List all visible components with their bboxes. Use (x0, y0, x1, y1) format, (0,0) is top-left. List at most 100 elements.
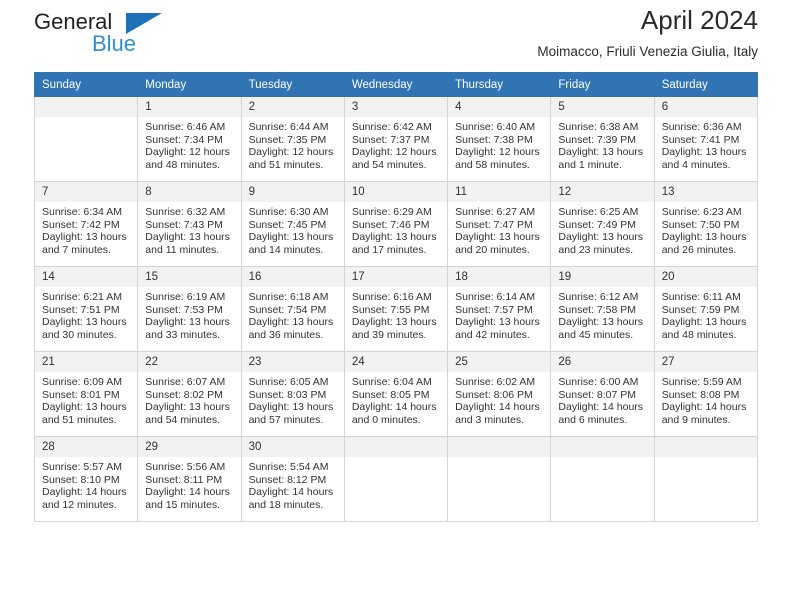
calendar-day-cell[interactable]: 6 Sunrise: 6:36 AM Sunset: 7:41 PM Daylight… (653, 96, 759, 182)
daylight-duration-line2: and 45 minutes. (558, 328, 634, 341)
calendar-day-cell[interactable]: 22 Sunrise: 6:07 AM Sunset: 8:02 PM Dayligh… (137, 351, 242, 437)
sunset-time: Sunset: 7:57 PM (455, 303, 533, 316)
calendar-day-cell[interactable]: 3 Sunrise: 6:42 AM Sunset: 7:37 PM Daylight… (343, 96, 449, 182)
calendar-day-cell[interactable]: 5 Sunrise: 6:38 AM Sunset: 7:39 PM Daylight… (550, 96, 655, 182)
calendar-day-cell[interactable]: 14 Sunrise: 6:21 AM Sunset: 7:51 PM Dayligh… (33, 266, 139, 352)
sunrise-time: Sunrise: 6:23 AM (661, 206, 742, 218)
sunrise-time: Sunrise: 6:46 AM (145, 121, 226, 133)
day-number: 11 (448, 182, 551, 202)
calendar-day-cell-empty (33, 96, 139, 182)
day-number: 20 (654, 267, 757, 287)
day-details: Sunrise: 6:36 AM Sunset: 7:41 PM Daylight:… (655, 117, 757, 171)
calendar-day-cell[interactable]: 29 Sunrise: 5:56 AM Sunset: 8:11 PM Dayligh… (137, 436, 242, 522)
weekday-header-wednesday: Wednesday (343, 72, 449, 97)
day-number: 24 (344, 352, 448, 372)
calendar-day-cell[interactable]: 8 Sunrise: 6:32 AM Sunset: 7:43 PM Daylight… (137, 181, 242, 267)
daylight-duration-line2: and 57 minutes. (248, 413, 324, 426)
day-number: 28 (35, 437, 138, 457)
calendar-header-row: Sunday Monday Tuesday Wednesday Thursday Frid… (33, 72, 759, 97)
day-details: Sunrise: 6:11 AM Sunset: 7:59 PM Daylight:… (655, 287, 757, 341)
sunset-time: Sunset: 8:11 PM (145, 473, 223, 486)
calendar-day-cell[interactable]: 11 Sunrise: 6:27 AM Sunset: 7:47 PM Dayligh… (447, 181, 552, 267)
calendar-day-cell[interactable]: 2 Sunrise: 6:44 AM Sunset: 7:35 PM Daylight… (240, 96, 345, 182)
day-details (345, 457, 447, 461)
day-number: 12 (551, 182, 654, 202)
daylight-duration-line2: and 4 minutes. (661, 158, 731, 171)
day-details (551, 457, 653, 461)
calendar-day-cell[interactable]: 18 Sunrise: 6:14 AM Sunset: 7:57 PM Dayligh… (447, 266, 552, 352)
daylight-duration-line1: Daylight: 13 hours (42, 231, 127, 244)
sunset-time: Sunset: 7:41 PM (661, 133, 740, 146)
calendar-day-cell[interactable]: 4 Sunrise: 6:40 AM Sunset: 7:38 PM Daylight… (447, 96, 552, 182)
calendar-day-cell[interactable]: 19 Sunrise: 6:12 AM Sunset: 7:58 PM Dayligh… (550, 266, 655, 352)
calendar-day-cell-empty (550, 436, 655, 522)
day-number: 18 (448, 267, 551, 287)
weekday-header-friday: Friday (550, 72, 655, 97)
sunrise-time: Sunrise: 6:11 AM (661, 291, 741, 303)
calendar-day-cell[interactable]: 1 Sunrise: 6:46 AM Sunset: 7:34 PM Daylight… (137, 96, 242, 182)
day-number: 19 (551, 267, 654, 287)
daylight-duration-line2: and 58 minutes. (455, 158, 530, 171)
calendar-body: 1 Sunrise: 6:46 AM Sunset: 7:34 PM Daylight… (33, 96, 759, 522)
sunset-time: Sunset: 7:38 PM (455, 133, 533, 146)
logo-text-general: General (34, 9, 113, 34)
calendar-day-cell[interactable]: 17 Sunrise: 6:16 AM Sunset: 7:55 PM Dayligh… (343, 266, 449, 352)
page-header: General Blue April 2024 Moimacco, Friuli… (34, 0, 758, 72)
day-number: 23 (241, 352, 344, 372)
day-details: Sunrise: 6:25 AM Sunset: 7:49 PM Daylight:… (551, 202, 653, 256)
day-details: Sunrise: 6:12 AM Sunset: 7:58 PM Daylight:… (551, 287, 653, 341)
calendar-day-cell[interactable]: 20 Sunrise: 6:11 AM Sunset: 7:59 PM Dayligh… (653, 266, 759, 352)
calendar-day-cell[interactable]: 27 Sunrise: 5:59 AM Sunset: 8:08 PM Dayligh… (653, 351, 759, 437)
sunrise-time: Sunrise: 6:27 AM (455, 206, 536, 218)
sunrise-time: Sunrise: 6:07 AM (145, 376, 226, 388)
sunrise-time: Sunrise: 6:00 AM (558, 376, 639, 388)
day-details: Sunrise: 6:46 AM Sunset: 7:34 PM Daylight:… (138, 117, 240, 171)
daylight-duration-line1: Daylight: 13 hours (248, 231, 334, 244)
daylight-duration-line1: Daylight: 14 hours (248, 486, 334, 499)
day-number: 29 (138, 437, 241, 457)
sunrise-time: Sunrise: 6:32 AM (145, 206, 226, 218)
day-details: Sunrise: 6:40 AM Sunset: 7:38 PM Daylight:… (448, 117, 550, 171)
day-details: Sunrise: 6:05 AM Sunset: 8:03 PM Daylight:… (242, 372, 344, 426)
daylight-duration-line2: and 51 minutes. (248, 158, 324, 171)
sunrise-time: Sunrise: 5:57 AM (42, 461, 122, 473)
sunset-time: Sunset: 8:06 PM (455, 388, 533, 401)
sunset-time: Sunset: 7:55 PM (351, 303, 430, 316)
sunrise-time: Sunrise: 6:14 AM (455, 291, 536, 303)
daylight-duration-line2: and 18 minutes. (248, 498, 324, 511)
day-number: 7 (35, 182, 138, 202)
sunrise-time: Sunrise: 6:30 AM (248, 206, 329, 218)
sunset-time: Sunset: 7:59 PM (661, 303, 740, 316)
calendar-day-cell[interactable]: 15 Sunrise: 6:19 AM Sunset: 7:53 PM Dayligh… (137, 266, 242, 352)
calendar-day-cell[interactable]: 25 Sunrise: 6:02 AM Sunset: 8:06 PM Dayligh… (447, 351, 552, 437)
title-block: April 2024 Moimacco, Friuli Venezia Giul… (537, 4, 758, 62)
sunrise-time: Sunrise: 5:54 AM (248, 461, 329, 473)
day-number: 16 (241, 267, 344, 287)
daylight-duration-line1: Daylight: 13 hours (42, 401, 127, 414)
logo-general-blue[interactable]: General Blue (34, 11, 214, 59)
day-details: Sunrise: 6:09 AM Sunset: 8:01 PM Daylight:… (35, 372, 137, 426)
day-details: Sunrise: 5:59 AM Sunset: 8:08 PM Daylight:… (655, 372, 757, 426)
calendar-day-cell[interactable]: 10 Sunrise: 6:29 AM Sunset: 7:46 PM Dayligh… (343, 181, 449, 267)
day-number (448, 437, 551, 457)
sunset-time: Sunset: 8:08 PM (661, 388, 740, 401)
daylight-duration-line2: and 33 minutes. (145, 328, 220, 341)
calendar-day-cell[interactable]: 13 Sunrise: 6:23 AM Sunset: 7:50 PM Dayligh… (653, 181, 759, 267)
sunset-time: Sunset: 8:03 PM (248, 388, 327, 401)
calendar-day-cell[interactable]: 24 Sunrise: 6:04 AM Sunset: 8:05 PM Dayligh… (343, 351, 449, 437)
calendar-day-cell[interactable]: 23 Sunrise: 6:05 AM Sunset: 8:03 PM Dayligh… (240, 351, 345, 437)
weekday-header-thursday: Thursday (447, 72, 552, 97)
calendar-day-cell[interactable]: 26 Sunrise: 6:00 AM Sunset: 8:07 PM Dayligh… (550, 351, 655, 437)
calendar-day-cell[interactable]: 30 Sunrise: 5:54 AM Sunset: 8:12 PM Dayligh… (240, 436, 345, 522)
daylight-duration-line2: and 14 minutes. (248, 243, 324, 256)
calendar-day-cell[interactable]: 16 Sunrise: 6:18 AM Sunset: 7:54 PM Dayligh… (240, 266, 345, 352)
calendar-day-cell[interactable]: 9 Sunrise: 6:30 AM Sunset: 7:45 PM Daylight… (240, 181, 345, 267)
day-number (35, 97, 138, 117)
daylight-duration-line2: and 6 minutes. (558, 413, 628, 426)
sunrise-time: Sunrise: 6:40 AM (455, 121, 536, 133)
daylight-duration-line2: and 20 minutes. (455, 243, 530, 256)
calendar-day-cell[interactable]: 7 Sunrise: 6:34 AM Sunset: 7:42 PM Daylight… (33, 181, 139, 267)
calendar-day-cell[interactable]: 12 Sunrise: 6:25 AM Sunset: 7:49 PM Dayligh… (550, 181, 655, 267)
calendar-day-cell[interactable]: 28 Sunrise: 5:57 AM Sunset: 8:10 PM Dayligh… (33, 436, 139, 522)
calendar-day-cell[interactable]: 21 Sunrise: 6:09 AM Sunset: 8:01 PM Dayligh… (33, 351, 139, 437)
